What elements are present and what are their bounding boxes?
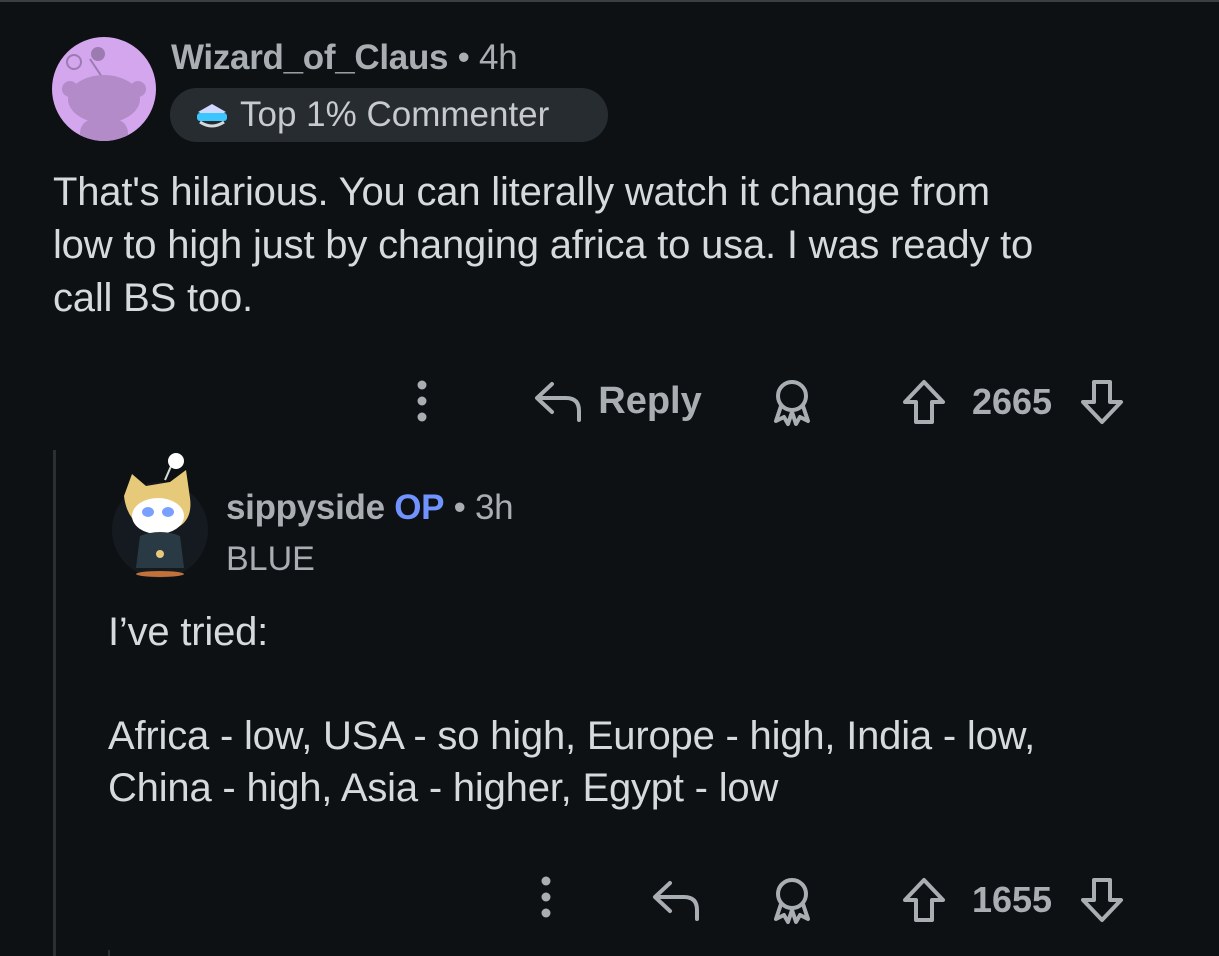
comment-text-line: That's hilarious. You can literally watc… (53, 170, 990, 214)
more-options-button[interactable] (402, 376, 442, 426)
downvote-button[interactable] (1074, 374, 1130, 430)
comment-text-line: low to high just by changing africa to u… (53, 223, 1034, 267)
award-icon (774, 380, 810, 426)
more-options-button[interactable] (526, 872, 566, 922)
reply-arrow-icon (535, 382, 582, 422)
comment-author-line: sippyside OP • 3h (226, 488, 514, 528)
comment-text-line: Africa - low, USA - so high, Europe - hi… (108, 714, 1036, 758)
more-vertical-icon (541, 876, 551, 918)
downvote-arrow-icon (1081, 878, 1123, 922)
comment-author-line: Wizard_of_Claus • 4h (171, 38, 518, 78)
vote-score: 2665 (971, 381, 1053, 422)
top-commenter-icon (197, 104, 227, 128)
comment-text-line: I’ve tried: (108, 610, 269, 654)
snoo-avatar-icon (62, 47, 146, 141)
comment-body: That's hilarious. You can literally watc… (53, 166, 1203, 325)
comment-text-line: China - high, Asia - higher, Egypt - low (108, 766, 779, 810)
reply-button[interactable] (646, 872, 706, 928)
comment-text-line: call BS too. (53, 276, 253, 320)
reply-button[interactable]: Reply (524, 372, 710, 430)
upvote-button[interactable] (896, 374, 952, 430)
comment-text-line (108, 658, 1208, 710)
avatar[interactable] (52, 37, 156, 141)
timestamp: 3h (475, 488, 514, 527)
username[interactable]: sippyside (226, 488, 385, 527)
snoo-avatar-icon (112, 453, 208, 578)
thread-line-stub (108, 950, 110, 956)
downvote-arrow-icon (1081, 380, 1123, 424)
username[interactable]: Wizard_of_Claus (171, 38, 449, 77)
upvote-arrow-icon (903, 380, 945, 424)
more-vertical-icon (417, 380, 427, 422)
user-flair: Top 1% Commenter (170, 88, 608, 142)
reply-arrow-icon (653, 881, 699, 921)
flair-label: Top 1% Commenter (240, 95, 550, 134)
top-divider (0, 0, 1219, 2)
vote-score: 1655 (971, 879, 1053, 920)
comment-body: I’ve tried: Africa - low, USA - so high,… (108, 606, 1208, 814)
timestamp: 4h (479, 38, 518, 77)
separator-dot: • (453, 488, 466, 527)
award-button[interactable] (764, 872, 820, 928)
thread-line[interactable] (53, 450, 56, 956)
user-flair: BLUE (226, 540, 315, 578)
downvote-button[interactable] (1074, 872, 1130, 928)
upvote-arrow-icon (903, 878, 945, 922)
award-icon (774, 878, 810, 924)
op-badge: OP (394, 488, 445, 527)
avatar[interactable] (110, 450, 210, 582)
award-button[interactable] (764, 374, 820, 430)
reply-label: Reply (598, 379, 702, 422)
separator-dot: • (457, 38, 470, 77)
upvote-button[interactable] (896, 872, 952, 928)
